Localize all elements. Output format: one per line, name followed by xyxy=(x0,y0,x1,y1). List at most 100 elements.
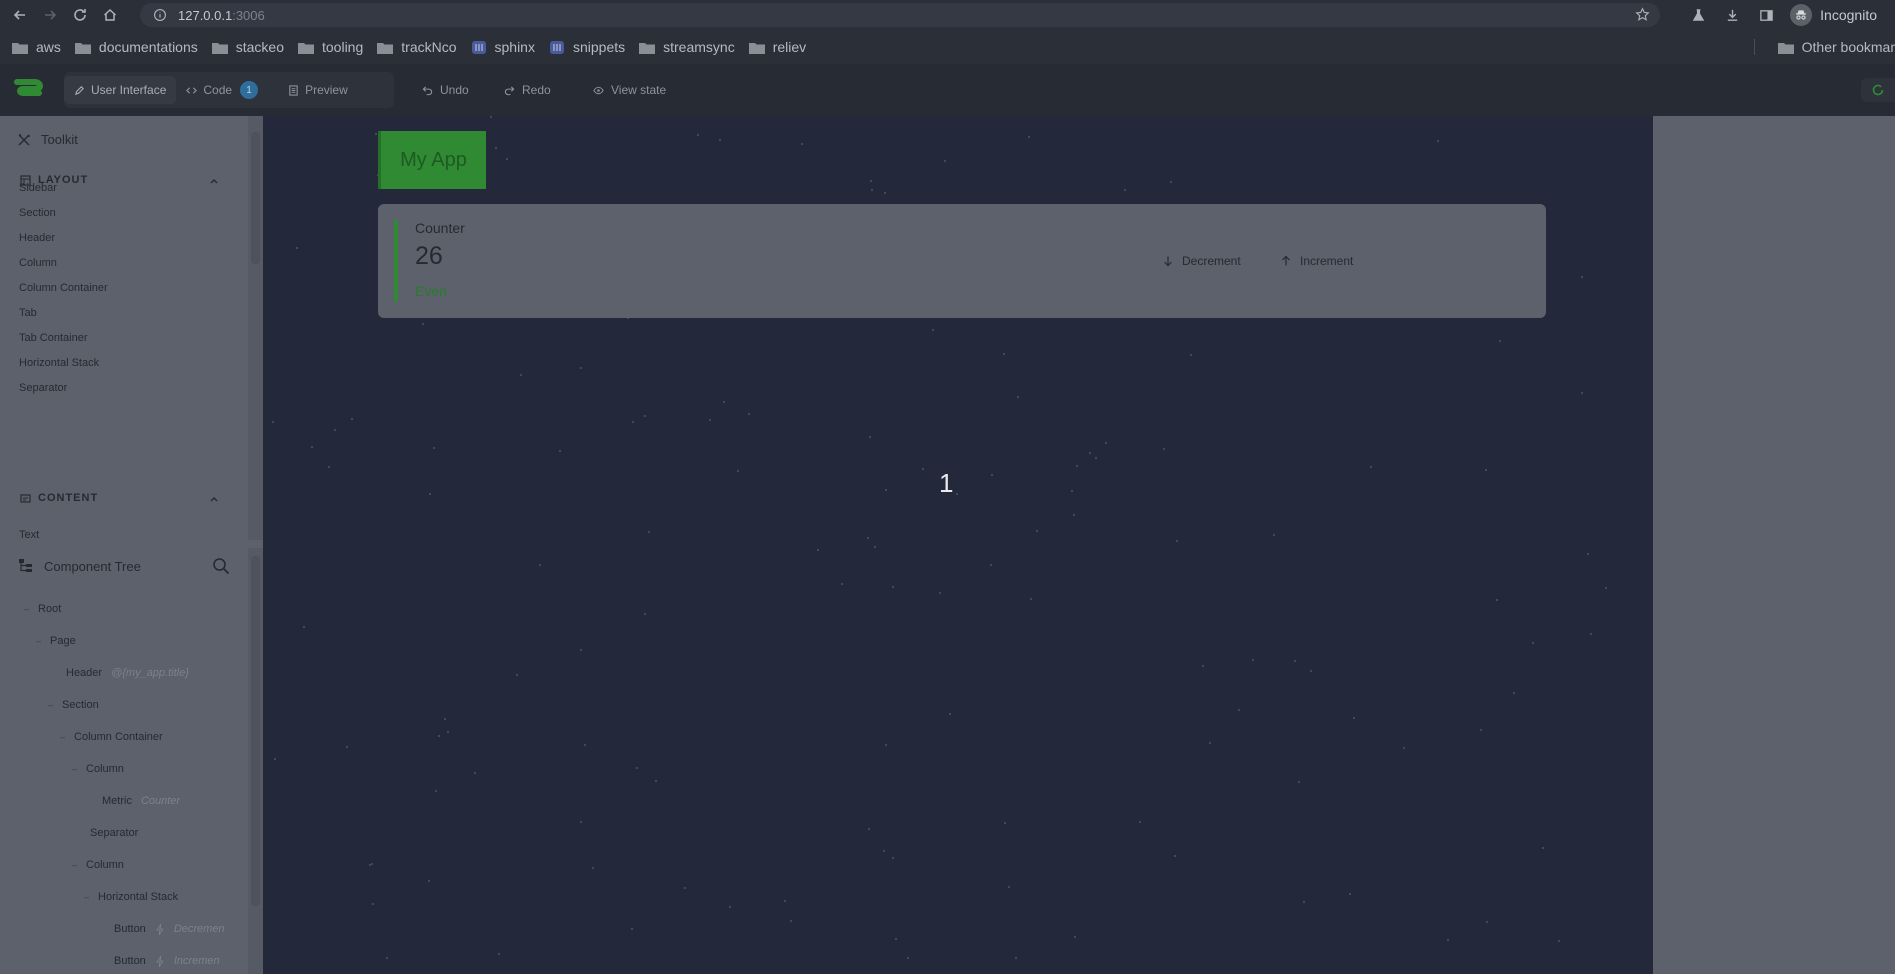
incognito-icon[interactable] xyxy=(1790,4,1813,26)
toolkit-item[interactable]: Sidebar xyxy=(19,182,57,194)
star-dot xyxy=(303,626,305,628)
bookmark-star-icon[interactable] xyxy=(1635,7,1650,27)
home-button[interactable] xyxy=(98,3,122,27)
side-panel-icon[interactable] xyxy=(1756,5,1776,25)
collapse-icon[interactable]: – xyxy=(24,604,29,614)
star-dot xyxy=(648,531,650,533)
tree-node[interactable]: Header @{my_app.title} xyxy=(66,667,189,679)
toolkit-item[interactable]: Tab Container xyxy=(19,332,88,344)
address-bar[interactable]: 127.0.0.1:3006 xyxy=(140,3,1660,27)
bookmark-item[interactable]: sphinx xyxy=(471,39,535,55)
star-dot xyxy=(1513,692,1515,694)
reload-button[interactable] xyxy=(68,3,92,27)
star-dot xyxy=(737,470,739,472)
tab-user-interface[interactable]: User Interface xyxy=(64,76,177,104)
collapse-icon[interactable]: – xyxy=(36,636,41,646)
collapse-icon[interactable]: – xyxy=(72,860,77,870)
toolkit-item[interactable]: Column Container xyxy=(19,282,108,294)
toolkit-item[interactable]: Header xyxy=(19,232,55,244)
metric-card[interactable]: Counter 26 Even Decrement Increment xyxy=(378,204,1546,318)
star-dot xyxy=(444,718,446,720)
sync-status xyxy=(1861,78,1895,102)
tree-node[interactable]: Metric Counter xyxy=(102,795,180,807)
arrow-right-icon xyxy=(45,10,57,20)
tree-node[interactable]: – Column xyxy=(72,763,124,775)
bookmark-label: snippets xyxy=(572,39,626,55)
folder-icon xyxy=(1777,42,1794,54)
bookmark-item[interactable]: streamsync xyxy=(639,39,735,55)
star-dot xyxy=(422,323,424,325)
labs-flask-icon[interactable] xyxy=(1688,5,1708,25)
toolkit-item[interactable]: Tab xyxy=(19,307,37,319)
collapse-icon[interactable]: – xyxy=(60,732,65,742)
chevron-up-icon[interactable] xyxy=(208,175,220,187)
star-dot xyxy=(644,415,646,417)
tree-node-label: Section xyxy=(62,699,99,711)
star-dot xyxy=(956,493,958,495)
star-dot xyxy=(871,189,873,191)
info-icon[interactable] xyxy=(152,7,168,23)
tab-preview[interactable]: Preview xyxy=(278,76,358,104)
toolkit-title: Toolkit xyxy=(17,132,78,147)
star-dot xyxy=(883,850,885,852)
star-dot xyxy=(632,421,634,423)
view-state-button[interactable]: View state xyxy=(593,80,666,100)
bookmark-label: aws xyxy=(36,39,61,55)
other-bookmarks[interactable]: Other bookmar xyxy=(1777,30,1895,64)
star-dot xyxy=(1590,633,1592,635)
collapse-icon[interactable]: – xyxy=(48,700,53,710)
tree-node[interactable]: – Column xyxy=(72,859,124,871)
tree-node[interactable]: Button Decremen xyxy=(114,923,225,935)
decrement-button[interactable]: Decrement xyxy=(1162,249,1241,273)
folder-icon xyxy=(12,42,28,54)
tree-scroll-thumb[interactable] xyxy=(251,556,260,906)
star-dot xyxy=(1486,921,1488,923)
bookmark-list: aws documentations stackeo tooling trackNco s… xyxy=(0,39,806,55)
toolkit-item[interactable]: Separator xyxy=(19,382,67,394)
bookmark-item[interactable]: snippets xyxy=(549,39,625,55)
tree-node[interactable]: – Column Container xyxy=(60,731,163,743)
bookmark-item[interactable]: stackeo xyxy=(211,39,284,55)
forward-button[interactable] xyxy=(38,3,62,27)
collapse-icon[interactable]: – xyxy=(84,892,89,902)
content-section-header[interactable]: CONTENT xyxy=(20,492,98,504)
bookmark-item[interactable]: reliev xyxy=(748,39,806,55)
bookmark-item[interactable]: tooling xyxy=(298,39,363,55)
star-dot xyxy=(520,374,522,376)
bookmark-item[interactable]: trackNco xyxy=(377,39,457,55)
undo-button[interactable]: Undo xyxy=(422,80,469,100)
back-button[interactable] xyxy=(8,3,32,27)
collapse-icon[interactable]: – xyxy=(72,764,77,774)
star-dot xyxy=(644,613,646,615)
star-dot xyxy=(580,367,582,369)
event-bolt-icon xyxy=(156,955,164,967)
chevron-up-icon[interactable] xyxy=(208,493,220,505)
tree-node[interactable]: – Page xyxy=(36,635,76,647)
star-dot xyxy=(1558,940,1560,942)
tree-node-label: Button xyxy=(114,955,146,967)
tree-node[interactable]: Separator xyxy=(90,827,138,839)
app-header[interactable]: My App xyxy=(378,131,486,189)
component-tree-title: Component Tree xyxy=(18,558,141,574)
redo-button[interactable]: Redo xyxy=(504,80,551,100)
download-icon[interactable] xyxy=(1722,5,1742,25)
tab-code[interactable]: Code 1 xyxy=(176,76,268,104)
toolkit-item[interactable]: Horizontal Stack xyxy=(19,357,99,369)
tree-node[interactable]: – Root xyxy=(24,603,61,615)
bookmark-item[interactable]: documentations xyxy=(74,39,198,55)
app-canvas[interactable]: My App Counter 26 Even Decrement Increme… xyxy=(263,116,1653,974)
tree-node[interactable]: Button Incremen xyxy=(114,955,220,967)
star-dot xyxy=(1124,189,1126,191)
star-dot xyxy=(498,953,500,955)
search-icon[interactable] xyxy=(212,557,230,575)
toolkit-item[interactable]: Column xyxy=(19,257,57,269)
toolkit-item[interactable]: Text xyxy=(19,529,39,541)
tree-node[interactable]: – Section xyxy=(48,699,99,711)
star-dot xyxy=(274,758,276,760)
toolkit-item[interactable]: Section xyxy=(19,207,56,219)
bookmark-item[interactable]: aws xyxy=(12,39,61,55)
toolkit-scroll-thumb[interactable] xyxy=(251,132,260,264)
tree-node[interactable]: – Horizontal Stack xyxy=(84,891,178,903)
eye-icon xyxy=(593,86,604,94)
increment-button[interactable]: Increment xyxy=(1280,249,1353,273)
